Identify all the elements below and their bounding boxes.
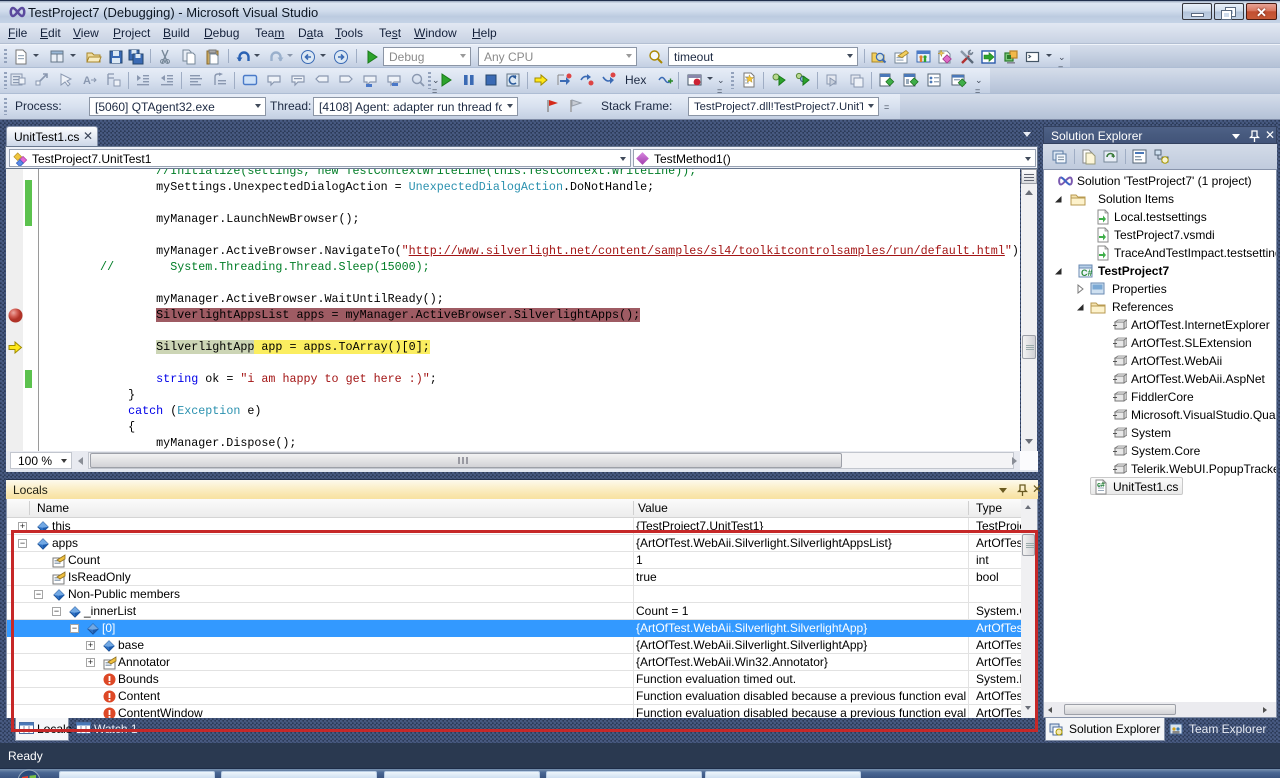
- svg-text:C#: C#: [1081, 268, 1093, 278]
- svg-text:A: A: [83, 75, 91, 87]
- svg-text:c#: c#: [1097, 482, 1105, 489]
